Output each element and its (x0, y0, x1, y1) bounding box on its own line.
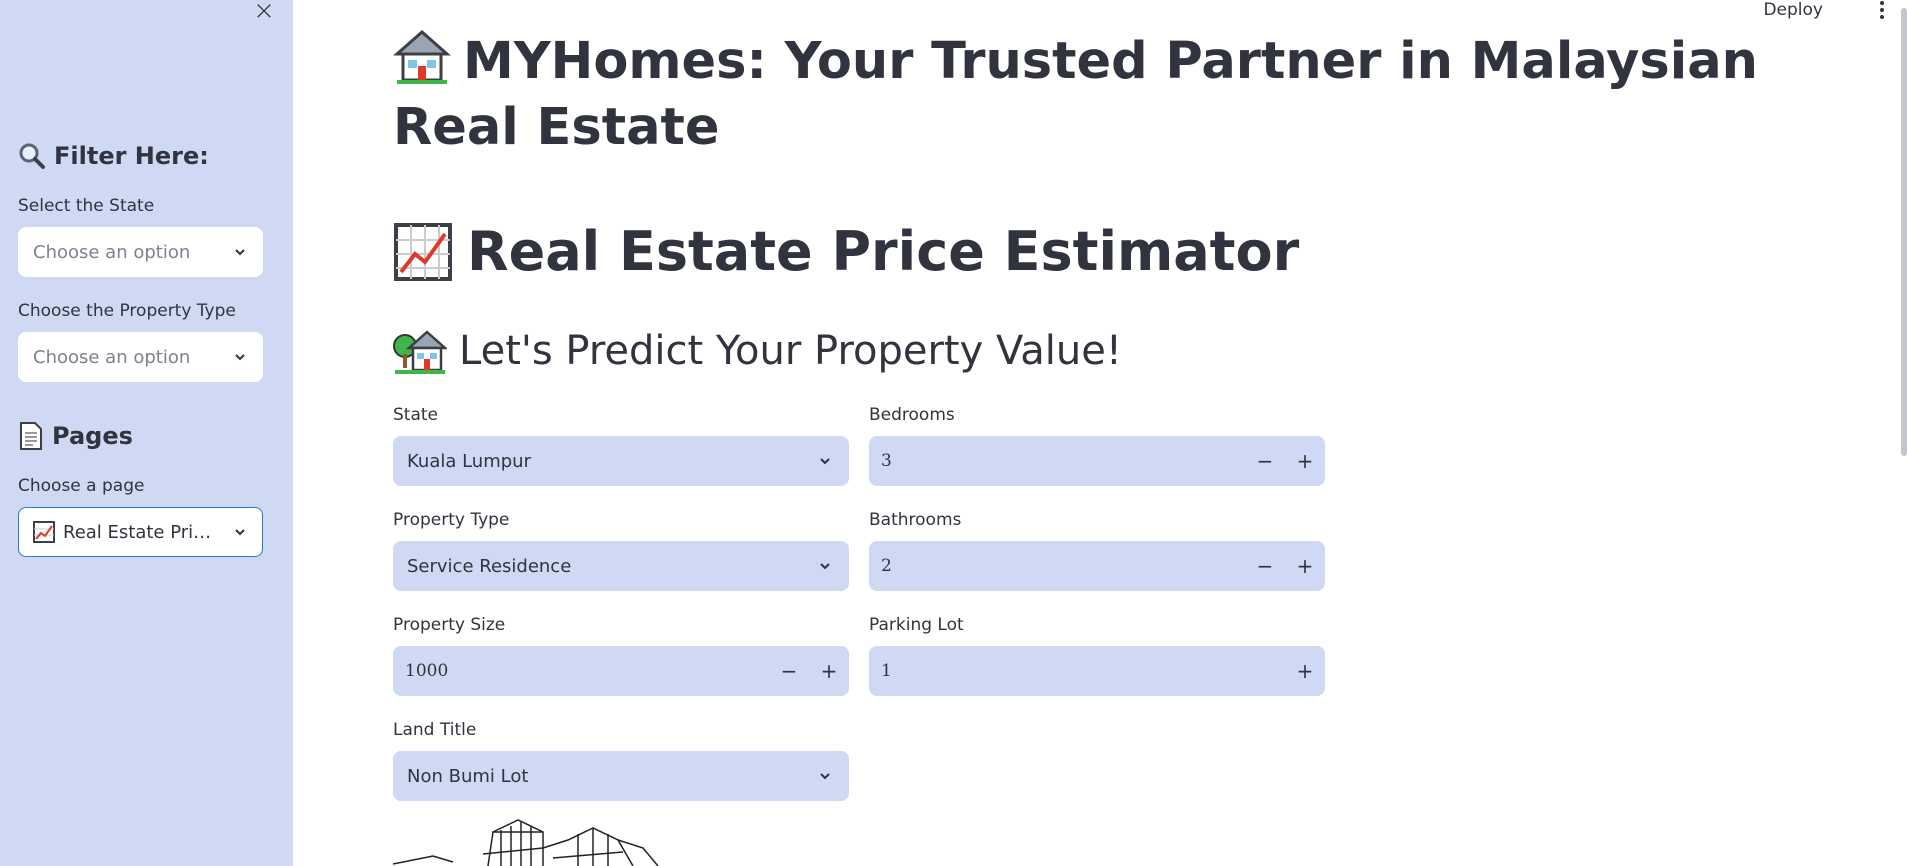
property-size-increment-button[interactable]: + (809, 646, 849, 696)
property-type-value: Service Residence (407, 555, 572, 577)
property-size-label: Property Size (393, 615, 506, 635)
bathrooms-input[interactable]: 2 − + (869, 541, 1325, 591)
sidebar: × Filter Here: Select the State Choose a… (0, 0, 293, 866)
state-filter-label: Select the State (18, 196, 155, 216)
chevron-down-icon (235, 249, 245, 256)
filter-heading-text: Filter Here: (54, 142, 209, 170)
property-size-value[interactable]: 1000 (393, 661, 769, 681)
chevron-down-icon (820, 773, 830, 780)
bathrooms-value[interactable]: 2 (869, 556, 1245, 576)
chart-increasing-icon (394, 222, 452, 281)
bedrooms-input[interactable]: 3 − + (869, 436, 1325, 486)
main-content: Deploy MYHomes: Your Trusted Partner in … (293, 0, 1907, 866)
page-select-label: Choose a page (18, 476, 145, 496)
state-filter-placeholder: Choose an option (33, 241, 191, 263)
page-icon (20, 422, 42, 450)
bedrooms-decrement-button[interactable]: − (1245, 436, 1285, 486)
page-title-text: MYHomes: Your Trusted Partner in Malaysi… (393, 32, 1758, 157)
bedrooms-value[interactable]: 3 (869, 451, 1245, 471)
property-size-input[interactable]: 1000 − + (393, 646, 849, 696)
predict-heading: Let's Predict Your Property Value! (393, 326, 1122, 376)
bathrooms-increment-button[interactable]: + (1285, 541, 1325, 591)
state-label: State (393, 405, 438, 425)
chevron-down-icon (235, 529, 245, 536)
bathrooms-decrement-button[interactable]: − (1245, 541, 1285, 591)
page-select-value: Real Estate Pri… (63, 521, 212, 543)
house-icon (393, 30, 451, 84)
parking-lot-increment-button[interactable]: + (1285, 646, 1325, 696)
scroll-thumb[interactable] (1901, 8, 1907, 456)
predict-heading-text: Let's Predict Your Property Value! (459, 328, 1122, 374)
close-icon[interactable]: × (250, 0, 278, 26)
property-type-filter-placeholder: Choose an option (33, 346, 191, 368)
state-filter-select[interactable]: Choose an option (18, 227, 263, 277)
page-select[interactable]: Real Estate Pri… (18, 507, 263, 557)
bathrooms-label: Bathrooms (869, 510, 962, 530)
land-title-label: Land Title (393, 720, 477, 740)
kebab-menu-icon[interactable] (1875, 0, 1889, 20)
bedrooms-increment-button[interactable]: + (1285, 436, 1325, 486)
filter-heading: Filter Here: (18, 142, 209, 170)
state-value: Kuala Lumpur (407, 450, 531, 472)
house-with-garden-icon (393, 330, 447, 374)
pages-heading: Pages (18, 421, 133, 451)
magnifier-icon (19, 143, 45, 169)
property-type-label: Property Type (393, 510, 510, 530)
pages-heading-text: Pages (52, 422, 133, 450)
scrollbar[interactable] (1899, 0, 1907, 866)
estimator-heading: Real Estate Price Estimator (393, 220, 1299, 283)
land-title-value: Non Bumi Lot (407, 765, 529, 787)
chevron-down-icon (820, 458, 830, 465)
land-title-select[interactable]: Non Bumi Lot (393, 751, 849, 801)
page-title: MYHomes: Your Trusted Partner in Malaysi… (393, 28, 1773, 161)
property-type-filter-label: Choose the Property Type (18, 301, 236, 321)
parking-lot-input[interactable]: 1 + (869, 646, 1325, 696)
property-type-select[interactable]: Service Residence (393, 541, 849, 591)
parking-lot-value[interactable]: 1 (869, 661, 1285, 681)
chevron-down-icon (820, 563, 830, 570)
parking-lot-label: Parking Lot (869, 615, 964, 635)
chevron-down-icon (235, 354, 245, 361)
property-size-decrement-button[interactable]: − (769, 646, 809, 696)
state-select[interactable]: Kuala Lumpur (393, 436, 849, 486)
property-type-filter-select[interactable]: Choose an option (18, 332, 263, 382)
estimator-heading-text: Real Estate Price Estimator (467, 220, 1300, 283)
chart-increasing-icon (33, 521, 55, 543)
deploy-button[interactable]: Deploy (1763, 0, 1823, 20)
bedrooms-label: Bedrooms (869, 405, 955, 425)
building-sketch-image (393, 819, 659, 866)
